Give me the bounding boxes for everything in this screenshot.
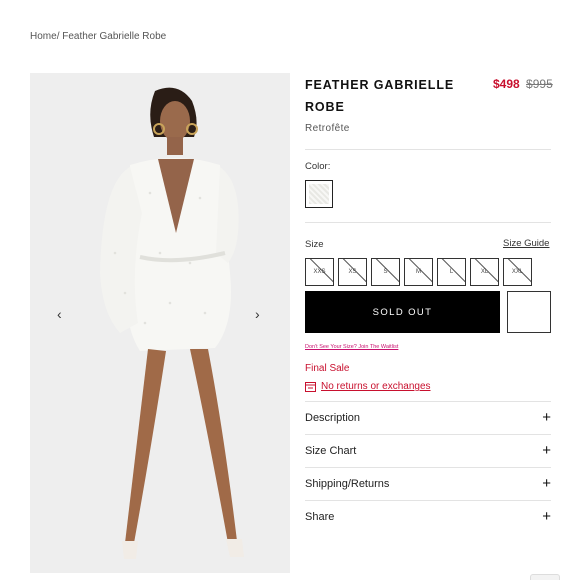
size-option-xxs[interactable]: XXS xyxy=(305,258,334,286)
size-option-m[interactable]: M xyxy=(404,258,433,286)
size-option-xl[interactable]: XL xyxy=(470,258,499,286)
size-option-label: L xyxy=(449,269,454,275)
accordion-size-chart[interactable]: Size Chart + xyxy=(305,434,551,467)
gallery-prev-arrow[interactable]: ‹ xyxy=(57,306,62,322)
accordion-share[interactable]: Share + xyxy=(305,500,551,533)
wishlist-button[interactable] xyxy=(507,291,551,333)
size-option-label: S xyxy=(383,269,388,275)
accordion-label: Share xyxy=(305,510,335,523)
divider xyxy=(305,149,551,150)
size-option-label: XXL xyxy=(511,269,524,275)
size-option-label: XXS xyxy=(313,269,326,275)
plus-icon[interactable]: + xyxy=(542,508,551,525)
size-option-s[interactable]: S xyxy=(371,258,400,286)
size-options: XXS XS S M L XL XXL xyxy=(305,258,532,286)
sale-price: $498 xyxy=(493,77,520,91)
returns-link[interactable]: No returns or exchanges xyxy=(321,381,431,392)
color-label: Color: xyxy=(305,161,331,172)
accordion-label: Shipping/Returns xyxy=(305,477,390,490)
sold-out-button[interactable]: SOLD OUT xyxy=(305,291,500,333)
breadcrumb: Home/ Feather Gabrielle Robe xyxy=(30,31,166,42)
breadcrumb-current: Feather Gabrielle Robe xyxy=(59,31,167,42)
returns-policy: No returns or exchanges xyxy=(305,381,431,392)
product-photo xyxy=(30,73,290,573)
original-price: $995 xyxy=(526,77,553,91)
swatch-pattern xyxy=(309,184,329,204)
accordion-label: Description xyxy=(305,411,361,424)
divider xyxy=(305,222,551,223)
accordion-label: Size Chart xyxy=(305,444,357,457)
corner-widget[interactable] xyxy=(530,574,560,580)
size-option-label: M xyxy=(416,269,421,275)
accordion-shipping-returns[interactable]: Shipping/Returns + xyxy=(305,467,551,500)
size-label: Size xyxy=(305,239,324,250)
chevron-right-icon[interactable]: › xyxy=(255,306,260,322)
product-image-gallery[interactable] xyxy=(30,73,290,573)
final-sale-label: Final Sale xyxy=(305,363,350,374)
breadcrumb-home-link[interactable]: Home xyxy=(30,31,57,42)
gallery-next-arrow[interactable]: › xyxy=(255,306,260,322)
size-option-xxl[interactable]: XXL xyxy=(503,258,532,286)
returns-box-icon xyxy=(305,381,316,392)
size-option-l[interactable]: L xyxy=(437,258,466,286)
size-option-label: XL xyxy=(480,269,489,275)
chevron-left-icon[interactable]: ‹ xyxy=(57,306,62,322)
plus-icon[interactable]: + xyxy=(542,409,551,426)
plus-icon[interactable]: + xyxy=(542,442,551,459)
waitlist-link[interactable]: Don't See Your Size? Join The Waitlist xyxy=(305,344,398,350)
size-option-xs[interactable]: XS xyxy=(338,258,367,286)
size-option-label: XS xyxy=(348,269,357,275)
brand-link[interactable]: Retrofête xyxy=(305,123,350,134)
product-price: $498 $995 xyxy=(493,77,553,91)
plus-icon[interactable]: + xyxy=(542,475,551,492)
product-title: FEATHER GABRIELLE ROBE xyxy=(305,78,455,114)
color-swatch-selected[interactable] xyxy=(305,180,333,208)
accordion-description[interactable]: Description + xyxy=(305,401,551,434)
size-guide-link[interactable]: Size Guide xyxy=(503,238,549,249)
